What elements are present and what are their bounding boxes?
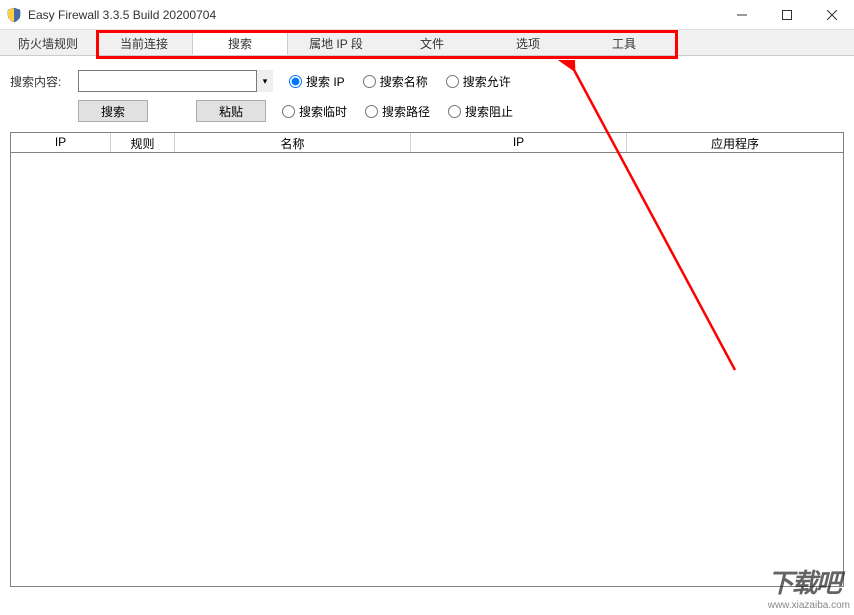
- search-button[interactable]: 搜索: [78, 100, 148, 122]
- radio-search-name[interactable]: 搜索名称: [363, 73, 428, 90]
- search-label: 搜索内容:: [10, 73, 70, 90]
- radio-group-2: 搜索临时 搜索路径 搜索阻止: [282, 103, 513, 120]
- maximize-button[interactable]: [764, 0, 809, 29]
- minimize-button[interactable]: [719, 0, 764, 29]
- search-input[interactable]: [78, 70, 273, 92]
- search-row-1: 搜索内容: ▾ 搜索 IP 搜索名称 搜索允许: [10, 70, 844, 92]
- window-title: Easy Firewall 3.3.5 Build 20200704: [28, 8, 719, 22]
- tab-ip-region[interactable]: 属地 IP 段: [288, 30, 384, 55]
- radio-search-block[interactable]: 搜索阻止: [448, 103, 513, 120]
- tab-options[interactable]: 选项: [480, 30, 576, 55]
- radio-search-allow[interactable]: 搜索允许: [446, 73, 511, 90]
- search-combo: ▾: [78, 70, 273, 92]
- search-row-2: 搜索 粘贴 搜索临时 搜索路径 搜索阻止: [10, 100, 844, 122]
- watermark: 下载吧 www.xiazaiba.com: [768, 563, 850, 611]
- radio-search-temp[interactable]: 搜索临时: [282, 103, 347, 120]
- close-button[interactable]: [809, 0, 854, 29]
- col-ip2[interactable]: IP: [411, 133, 627, 152]
- window-controls: [719, 0, 854, 29]
- col-app[interactable]: 应用程序: [627, 133, 843, 152]
- tab-bar: 防火墙规则 当前连接 搜索 属地 IP 段 文件 选项 工具: [0, 30, 854, 56]
- radio-group-1: 搜索 IP 搜索名称 搜索允许: [289, 73, 511, 90]
- col-ip[interactable]: IP: [11, 133, 111, 152]
- titlebar: Easy Firewall 3.3.5 Build 20200704: [0, 0, 854, 30]
- dropdown-icon[interactable]: ▾: [256, 70, 273, 92]
- app-icon: [6, 7, 22, 23]
- search-panel: 搜索内容: ▾ 搜索 IP 搜索名称 搜索允许 搜索 粘贴 搜索临时 搜索路径 …: [0, 56, 854, 597]
- tab-tools[interactable]: 工具: [576, 30, 672, 55]
- results-table[interactable]: IP 规则 名称 IP 应用程序: [10, 132, 844, 587]
- col-name[interactable]: 名称: [175, 133, 411, 152]
- radio-search-ip[interactable]: 搜索 IP: [289, 73, 345, 90]
- watermark-logo: 下载吧: [768, 563, 850, 600]
- radio-search-path[interactable]: 搜索路径: [365, 103, 430, 120]
- tab-firewall-rules[interactable]: 防火墙规则: [0, 30, 96, 55]
- watermark-url: www.xiazaiba.com: [768, 600, 850, 611]
- tab-current-connections[interactable]: 当前连接: [96, 30, 192, 55]
- tab-search[interactable]: 搜索: [192, 30, 288, 55]
- button-row: 搜索 粘贴: [78, 100, 266, 122]
- paste-button[interactable]: 粘贴: [196, 100, 266, 122]
- table-header: IP 规则 名称 IP 应用程序: [11, 133, 843, 153]
- tab-file[interactable]: 文件: [384, 30, 480, 55]
- col-rule[interactable]: 规则: [111, 133, 175, 152]
